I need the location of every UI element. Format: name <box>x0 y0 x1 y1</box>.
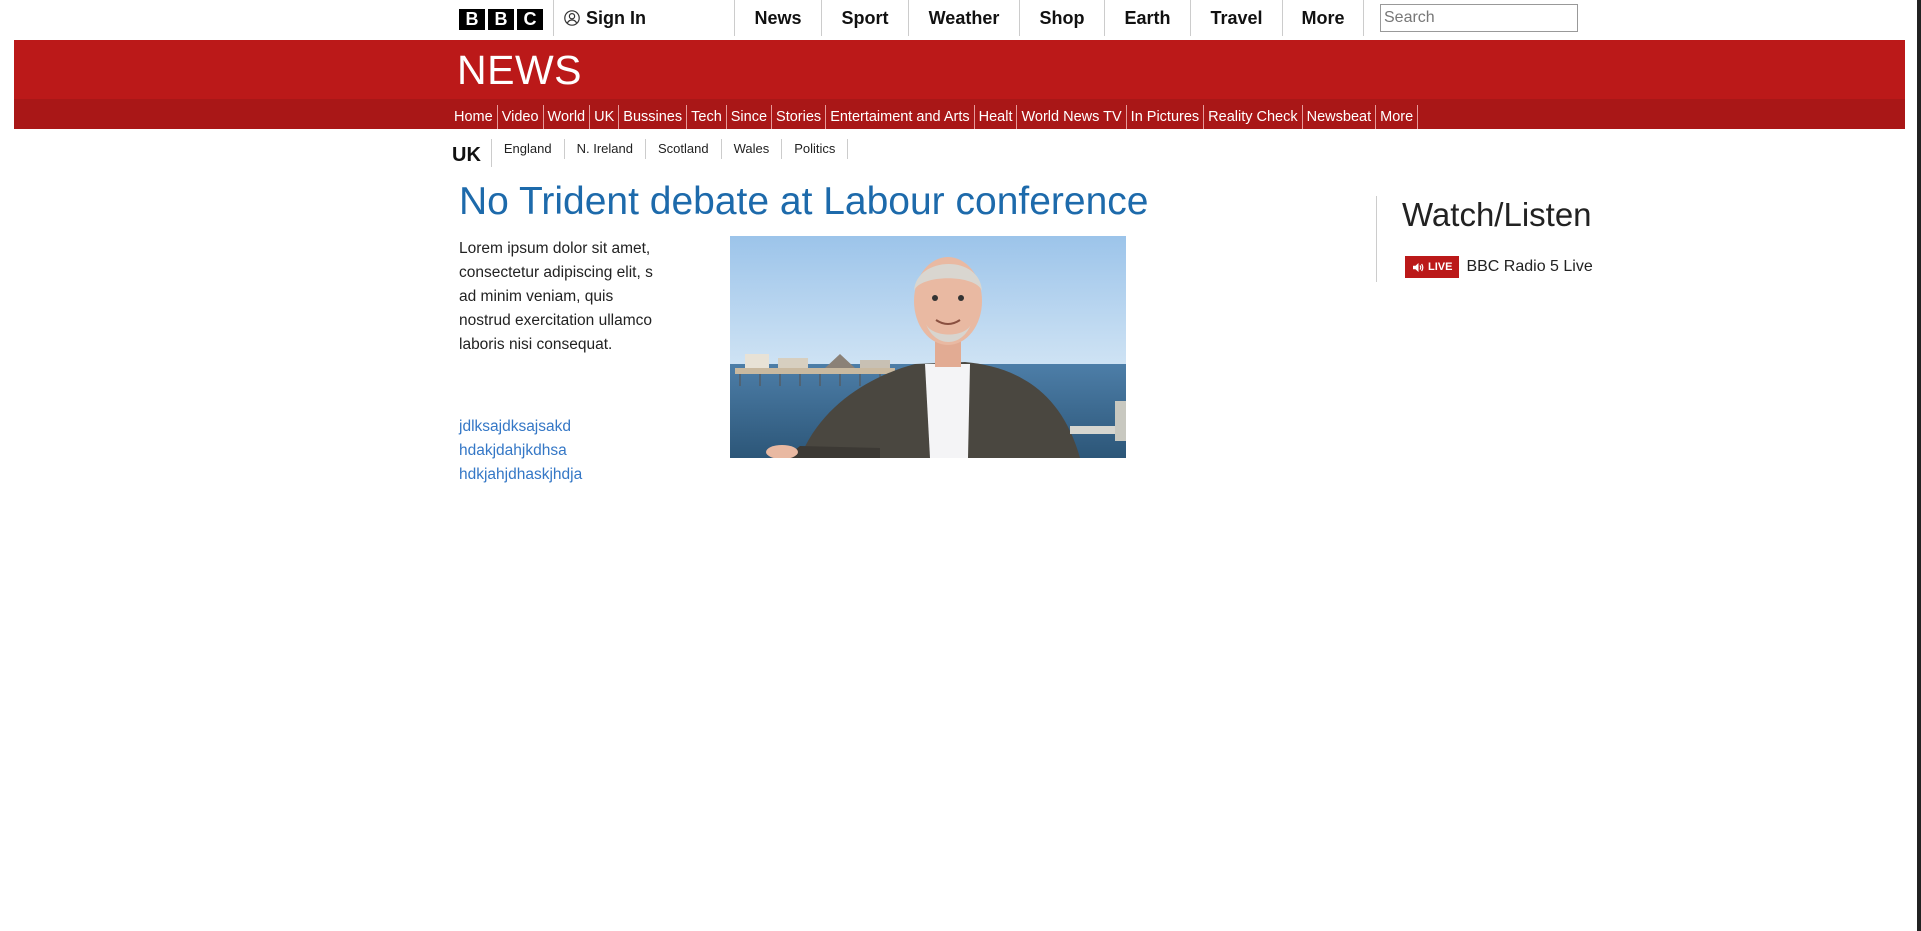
news-nav-world-news-tv[interactable]: World News TV <box>1017 105 1127 129</box>
subnav-scotland[interactable]: Scotland <box>646 139 722 159</box>
top-nav-sport[interactable]: Sport <box>821 0 908 36</box>
photo-illustration <box>730 236 1126 458</box>
search-input[interactable] <box>1380 4 1578 32</box>
top-nav-travel[interactable]: Travel <box>1190 0 1282 36</box>
top-nav: News Sport Weather Shop Earth Travel Mor… <box>734 0 1364 36</box>
logo-letter: B <box>459 9 485 30</box>
sign-in-button[interactable]: Sign In <box>553 0 733 36</box>
watch-listen-heading: Watch/Listen <box>1402 196 1592 233</box>
article-summary: Lorem ipsum dolor sit amet, consectetur … <box>459 240 653 353</box>
section-title[interactable]: UK <box>452 139 492 167</box>
top-nav-news[interactable]: News <box>734 0 821 36</box>
news-nav-tech[interactable]: Tech <box>687 105 727 129</box>
top-bar: B B C Sign In News Sport Weather Shop Ea… <box>0 0 1917 40</box>
news-nav-business[interactable]: Bussines <box>619 105 688 129</box>
logo-letter: C <box>517 9 543 30</box>
news-nav-newsbeat[interactable]: Newsbeat <box>1303 105 1377 129</box>
subnav-n-ireland[interactable]: N. Ireland <box>565 139 646 159</box>
news-nav-health[interactable]: Healt <box>975 105 1018 129</box>
news-nav-world[interactable]: World <box>544 105 591 129</box>
window-edge <box>1917 0 1921 931</box>
section-subnav: UK England N. Ireland Scotland Wales Pol… <box>452 139 849 169</box>
related-link[interactable]: hdakjdahjkdhsa <box>459 439 582 463</box>
news-nav-more[interactable]: More <box>1376 105 1419 129</box>
speaker-icon <box>1413 262 1424 272</box>
news-nav-reality-check[interactable]: Reality Check <box>1204 105 1303 129</box>
news-title[interactable]: NEWS <box>457 48 582 92</box>
subnav-wales[interactable]: Wales <box>722 139 783 159</box>
subnav-politics[interactable]: Politics <box>782 139 849 159</box>
user-icon <box>564 10 580 26</box>
live-radio-item[interactable]: LIVE BBC Radio 5 Live <box>1405 256 1593 278</box>
logo-letter: B <box>488 9 514 30</box>
article-photo[interactable] <box>730 236 1126 458</box>
news-nav-in-pictures[interactable]: In Pictures <box>1127 105 1205 129</box>
news-nav-entertainment[interactable]: Entertaiment and Arts <box>826 105 975 129</box>
live-badge-label: LIVE <box>1428 261 1453 273</box>
radio-station-label: BBC Radio 5 Live <box>1466 258 1593 275</box>
article-headline[interactable]: No Trident debate at Labour conference <box>459 180 1148 224</box>
news-nav-uk[interactable]: UK <box>590 105 620 129</box>
top-nav-more[interactable]: More <box>1282 0 1364 36</box>
news-nav-science[interactable]: Since <box>727 105 773 129</box>
related-links: jdlksajdksajsakd hdakjdahjkdhsa hdkjahjd… <box>459 415 582 487</box>
related-link[interactable]: hdkjahjdhaskjhdja <box>459 463 582 487</box>
news-nav-stories[interactable]: Stories <box>772 105 827 129</box>
news-nav-home[interactable]: Home <box>450 105 498 129</box>
top-nav-earth[interactable]: Earth <box>1104 0 1190 36</box>
live-badge: LIVE <box>1405 256 1460 278</box>
bbc-logo[interactable]: B B C <box>459 9 543 30</box>
sign-in-label: Sign In <box>586 7 646 28</box>
watch-listen-divider <box>1376 196 1377 282</box>
top-nav-weather[interactable]: Weather <box>908 0 1019 36</box>
subnav-england[interactable]: England <box>492 139 565 159</box>
related-link[interactable]: jdlksajdksajsakd <box>459 415 582 439</box>
news-nav-video[interactable]: Video <box>498 105 544 129</box>
news-nav: Home Video World UK Bussines Tech Since … <box>450 104 1419 130</box>
top-nav-shop[interactable]: Shop <box>1019 0 1104 36</box>
